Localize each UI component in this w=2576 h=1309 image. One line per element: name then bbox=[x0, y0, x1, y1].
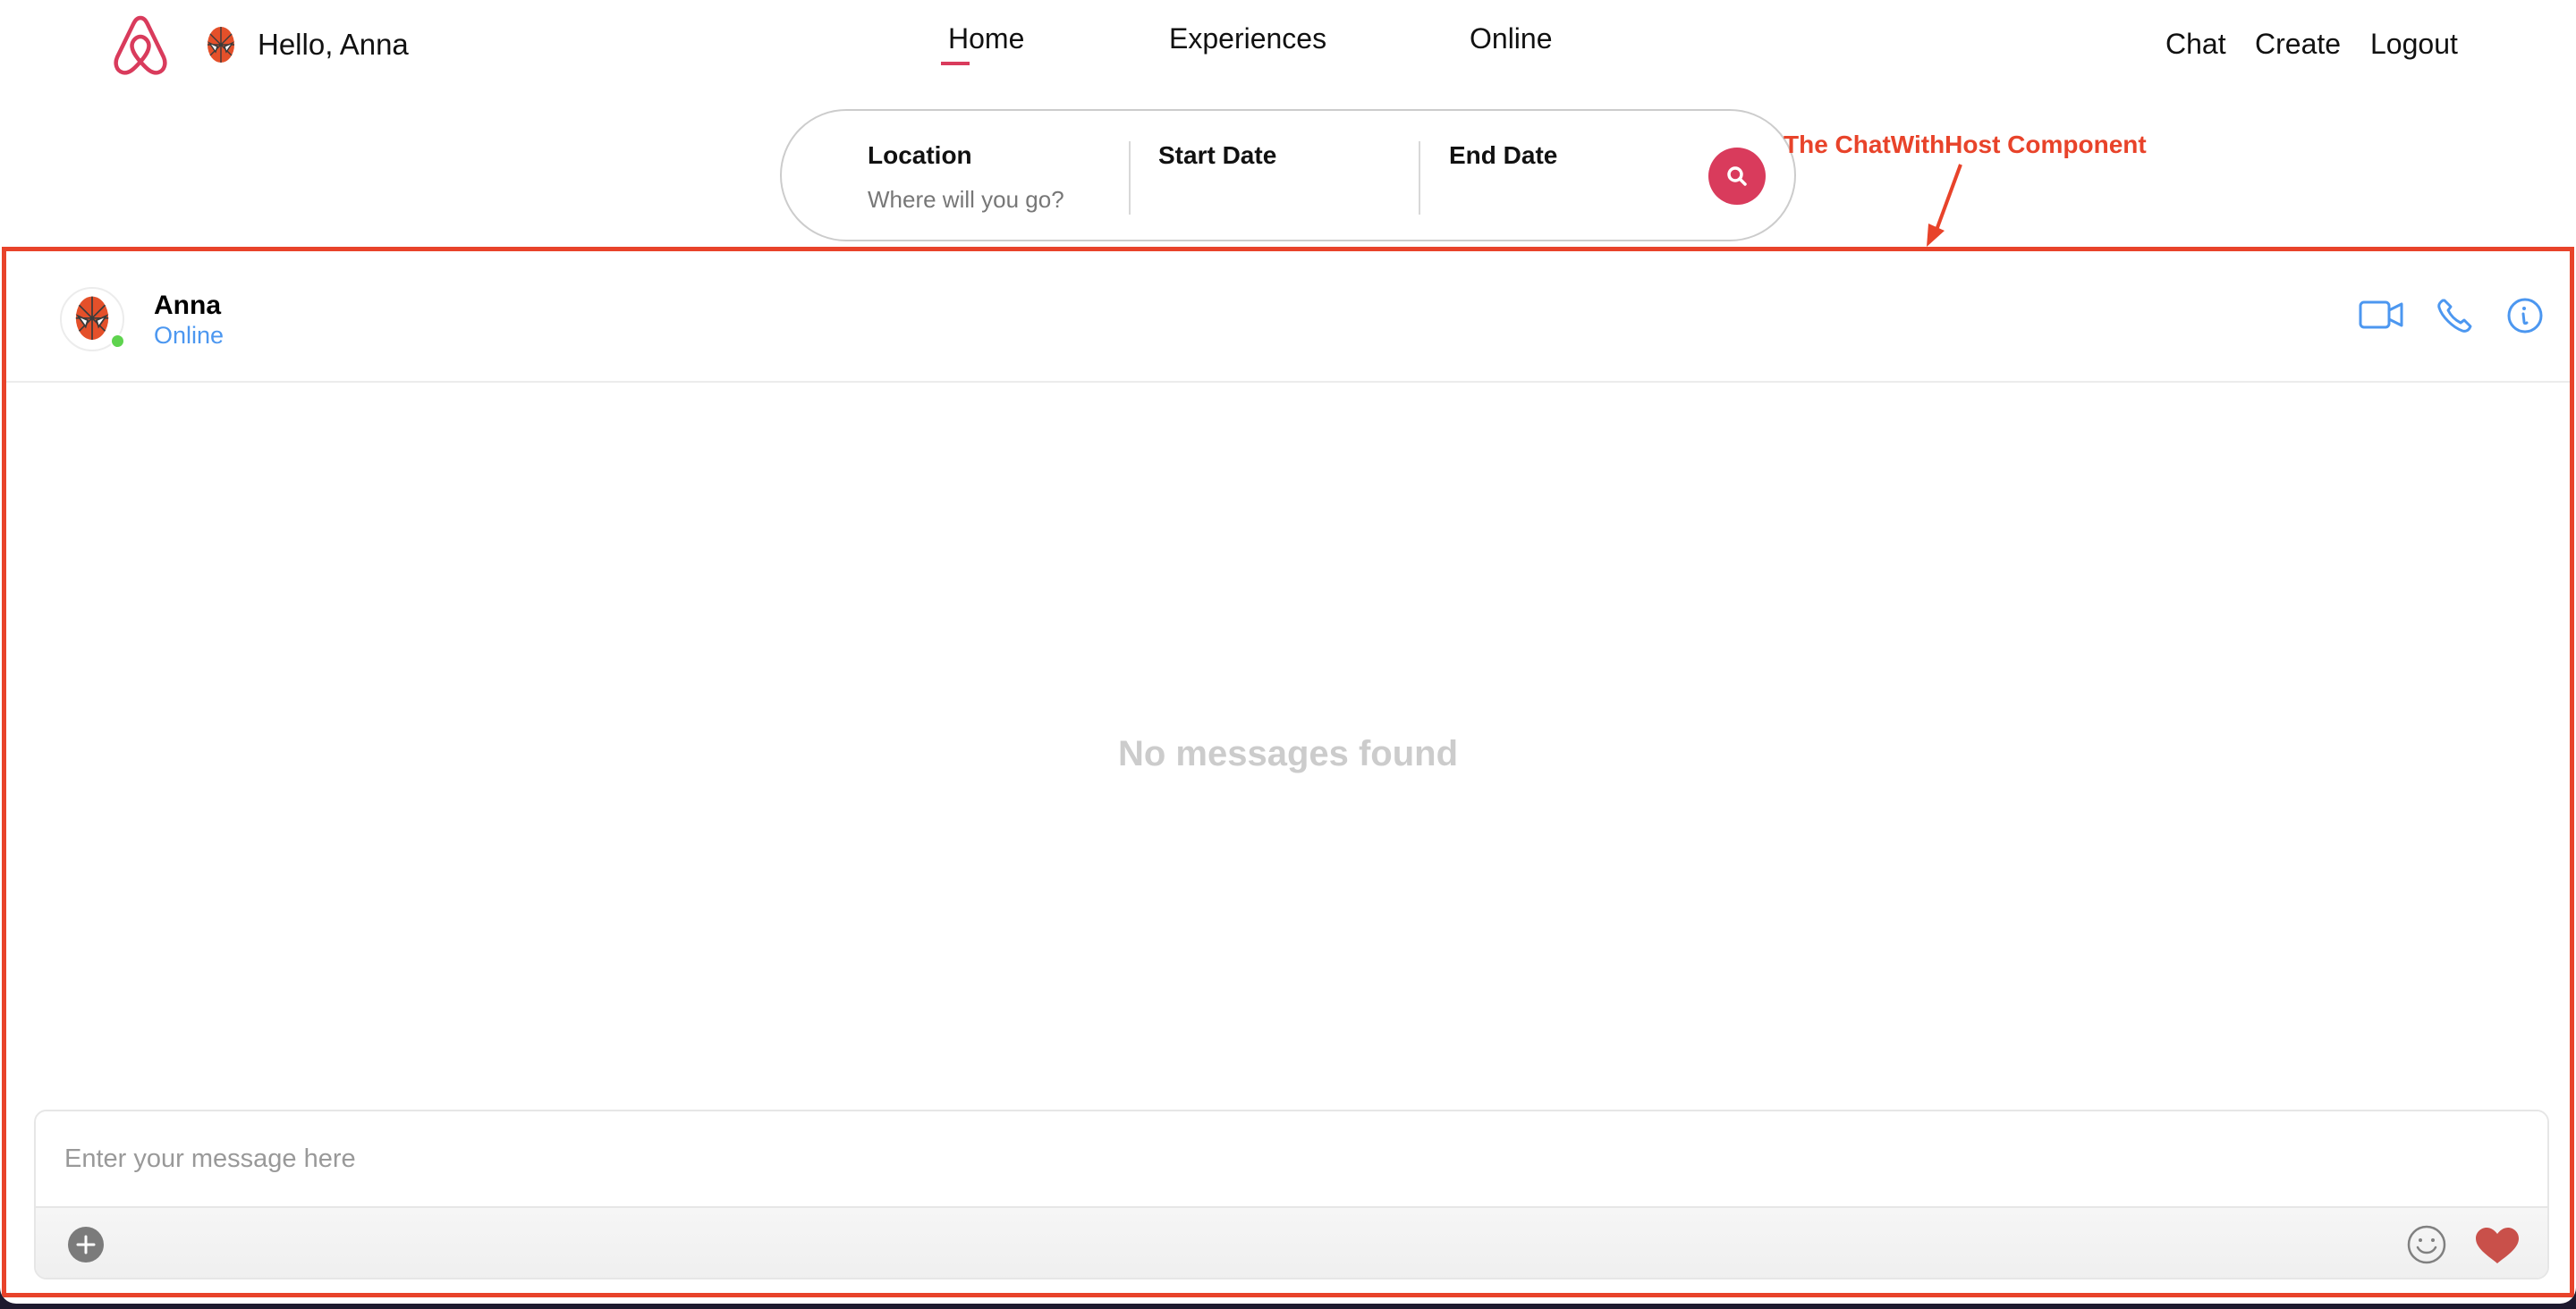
logout-link[interactable]: Logout bbox=[2370, 28, 2458, 61]
empty-messages-text: No messages found bbox=[1117, 734, 1459, 773]
video-camera-icon[interactable] bbox=[2359, 298, 2405, 330]
annotation-label: The ChatWithHost Component bbox=[1784, 131, 2147, 158]
location-placeholder[interactable]: Where will you go? bbox=[868, 186, 1064, 214]
phone-icon[interactable] bbox=[2436, 298, 2475, 335]
search-divider bbox=[1129, 141, 1131, 215]
info-icon[interactable] bbox=[2505, 298, 2545, 337]
create-link[interactable]: Create bbox=[2255, 28, 2341, 61]
search-button[interactable] bbox=[1708, 148, 1766, 205]
greeting-text: Hello, Anna bbox=[258, 28, 409, 61]
airbnb-logo-icon[interactable] bbox=[111, 14, 170, 77]
contact-status: Online bbox=[154, 322, 225, 349]
message-input[interactable] bbox=[36, 1111, 2547, 1206]
start-date-label: Start Date bbox=[1158, 141, 1277, 169]
chat-link[interactable]: Chat bbox=[2165, 28, 2226, 61]
search-divider bbox=[1419, 141, 1420, 215]
message-composer bbox=[34, 1110, 2549, 1279]
search-bar: Location Where will you go? Start Date E… bbox=[780, 109, 1796, 241]
heart-icon[interactable] bbox=[2474, 1226, 2521, 1265]
start-date-field[interactable]: Start Date bbox=[1158, 141, 1276, 170]
online-indicator bbox=[110, 334, 125, 349]
spiderman-avatar-icon[interactable] bbox=[204, 25, 238, 66]
annotation-arrow-icon bbox=[1927, 164, 1962, 247]
page: Hello, Anna Home Experiences Online Chat… bbox=[0, 0, 2576, 1304]
end-date-field[interactable]: End Date bbox=[1449, 141, 1557, 170]
location-field[interactable]: Location Where will you go? bbox=[868, 141, 1064, 214]
plus-icon[interactable] bbox=[68, 1227, 104, 1263]
search-icon bbox=[1727, 166, 1747, 186]
chat-header: Anna Online bbox=[6, 251, 2570, 383]
contact-name: Anna bbox=[154, 291, 221, 320]
end-date-label: End Date bbox=[1449, 141, 1558, 169]
nav-home[interactable]: Home bbox=[948, 22, 1024, 55]
nav-experiences[interactable]: Experiences bbox=[1169, 22, 1326, 55]
nav-online[interactable]: Online bbox=[1470, 22, 1553, 55]
emoji-icon[interactable] bbox=[2406, 1224, 2447, 1265]
chat-with-host-component: Anna Online No messages found bbox=[2, 247, 2574, 1297]
composer-toolbar bbox=[36, 1206, 2547, 1278]
spiderman-avatar-icon bbox=[75, 296, 109, 340]
location-label: Location bbox=[868, 141, 972, 169]
nav-active-indicator bbox=[941, 62, 970, 65]
